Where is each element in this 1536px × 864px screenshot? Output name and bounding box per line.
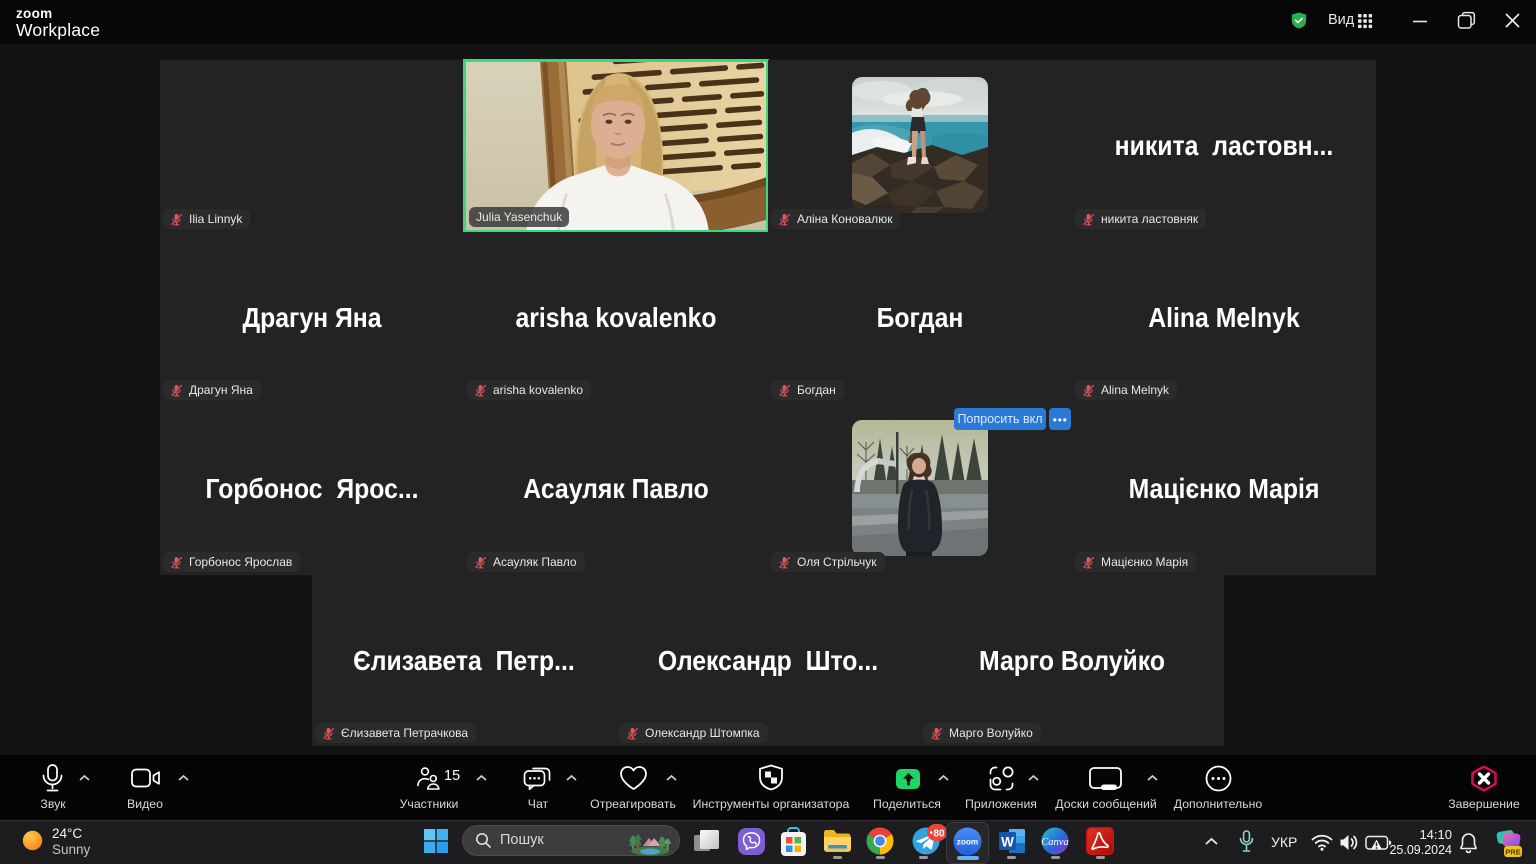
svg-text:Canva: Canva xyxy=(1041,837,1068,848)
svg-text:80: 80 xyxy=(934,828,946,839)
svg-text:PRE: PRE xyxy=(1505,848,1520,857)
svg-text:W: W xyxy=(1001,835,1014,850)
svg-text:zoom: zoom xyxy=(957,838,978,847)
